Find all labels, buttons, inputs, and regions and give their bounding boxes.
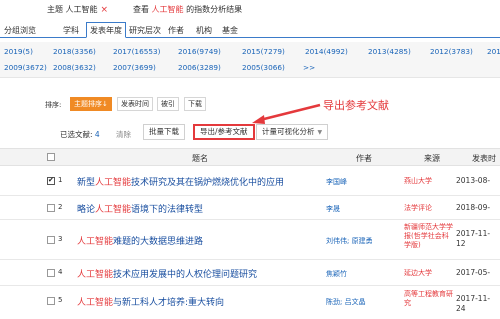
table-row: 1 新型人工智能技术研究及其在锅炉燃烧优化中的应用 李国峰 燕山大学 2013-…: [0, 166, 500, 196]
table-row: 2 略论人工智能语境下的法律转型 李晟 法学评论 2018-09-: [0, 196, 500, 220]
year-link[interactable]: 2006(3289): [178, 63, 221, 72]
header-author[interactable]: 作者: [356, 153, 372, 164]
tab-group-browse[interactable]: 分组浏览: [4, 25, 36, 36]
close-icon[interactable]: ×: [101, 5, 109, 15]
row-author-link[interactable]: 刘伟伟; 原建勇: [326, 236, 373, 246]
tab-research-level[interactable]: 研究层次: [129, 25, 161, 36]
batch-download-button[interactable]: 批量下载: [143, 124, 185, 140]
row-date: 2013-08-: [456, 176, 491, 185]
row-number: 2: [58, 203, 63, 211]
sort-date-button[interactable]: 发表时间: [117, 97, 153, 111]
row-author-link[interactable]: 焦颖竹: [326, 269, 347, 279]
breadcrumb-prefix: 查看: [133, 5, 149, 14]
row-title-link[interactable]: 略论人工智能语境下的法律转型: [77, 202, 203, 215]
row-author-link[interactable]: 陈劲; 吕文晶: [326, 297, 366, 307]
table-row: 4 人工智能技术应用发展中的人权伦理问题研究 焦颖竹 延边大学 2017-05-: [0, 260, 500, 286]
tab-author[interactable]: 作者: [168, 25, 184, 36]
breadcrumb-index-analysis[interactable]: 查看 人工智能 的指数分析结果: [133, 4, 242, 15]
export-references-button[interactable]: 导出/参考文献: [193, 124, 255, 140]
row-number: 4: [58, 268, 63, 276]
row-checkbox[interactable]: [47, 204, 55, 212]
clear-selection-link[interactable]: 清除: [116, 129, 131, 140]
action-bar: 已选文献: 4 清除 批量下载 导出/参考文献 计量可视化分析 ▼: [0, 122, 500, 142]
table-row: 3 人工智能难题的大数据思维进路 刘伟伟; 原建勇 新疆师范大学学报(哲学社会科…: [0, 220, 500, 260]
breadcrumb-topic-label: 主题 人工智能: [47, 5, 98, 14]
row-number: 3: [58, 235, 63, 243]
year-link[interactable]: 2008(3632): [53, 63, 96, 72]
breadcrumb-bar: 主题 人工智能 × 查看 人工智能 的指数分析结果: [0, 0, 500, 18]
year-link[interactable]: 2019(5): [4, 47, 33, 56]
row-title-link[interactable]: 人工智能与新工科人才培养:重大转向: [77, 295, 224, 308]
row-source-link[interactable]: 燕山大学: [404, 177, 432, 186]
sort-cited-button[interactable]: 被引: [157, 97, 179, 111]
breadcrumb-suffix: 的指数分析结果: [186, 5, 243, 14]
year-filter-panel: 2019(5) 2018(3356) 2017(16553) 2016(9749…: [0, 42, 500, 78]
row-source-link[interactable]: 延边大学: [404, 269, 432, 278]
select-all-checkbox[interactable]: [47, 153, 55, 161]
row-date: 2017-11- 12: [456, 229, 491, 248]
results-table-header: 题名 作者 来源 发表时: [0, 148, 500, 166]
more-years-link[interactable]: >>: [303, 63, 315, 72]
table-row: 5 人工智能与新工科人才培养:重大转向 陈劲; 吕文晶 高等工程教育研究 201…: [0, 286, 500, 319]
year-link[interactable]: 2016(9749): [178, 47, 221, 56]
tab-fund[interactable]: 基金: [222, 25, 238, 36]
year-link[interactable]: 2007(3699): [113, 63, 156, 72]
year-link[interactable]: 2018(3356): [53, 47, 96, 56]
year-link[interactable]: 2012(3783): [430, 47, 473, 56]
year-link[interactable]: 2013(4285): [368, 47, 411, 56]
year-link[interactable]: 2009(3672): [4, 63, 47, 72]
row-author-link[interactable]: 李国峰: [326, 177, 347, 187]
row-source-link[interactable]: 高等工程教育研究: [404, 290, 454, 308]
sort-label: 排序:: [45, 101, 62, 109]
annotation-export-note: 导出参考文献: [323, 99, 389, 112]
breadcrumb-topic[interactable]: 主题 人工智能 ×: [47, 4, 108, 15]
breadcrumb-keyword: 人工智能: [151, 5, 184, 14]
header-date[interactable]: 发表时: [472, 153, 496, 164]
row-title-link[interactable]: 人工智能难题的大数据思维进路: [77, 234, 203, 247]
row-date: 2017-05-: [456, 268, 491, 277]
year-link[interactable]: 2005(3066): [242, 63, 285, 72]
year-link[interactable]: 2014(4992): [305, 47, 348, 56]
group-tabs: 分组浏览 学科 发表年度 研究层次 作者 机构 基金: [0, 22, 500, 38]
row-number: 5: [58, 296, 63, 304]
tab-institution[interactable]: 机构: [196, 25, 212, 36]
sort-topic-button[interactable]: 主题排序↓: [70, 97, 112, 111]
row-date: 2017-11- 24: [456, 294, 491, 313]
row-date: 2018-09-: [456, 203, 491, 212]
row-title-link[interactable]: 新型人工智能技术研究及其在锅炉燃烧优化中的应用: [77, 175, 284, 188]
row-author-link[interactable]: 李晟: [326, 204, 340, 214]
row-checkbox[interactable]: [47, 236, 55, 244]
header-title[interactable]: 题名: [192, 153, 208, 164]
row-checkbox[interactable]: [47, 176, 55, 185]
selected-count-label: 已选文献: 4: [60, 130, 100, 139]
sort-download-button[interactable]: 下载: [184, 97, 206, 111]
chevron-down-icon: ▼: [317, 129, 323, 136]
row-source-link[interactable]: 新疆师范大学学报(哲学社会科学版): [404, 223, 454, 250]
header-source[interactable]: 来源: [424, 153, 440, 164]
tab-subject[interactable]: 学科: [63, 25, 79, 36]
row-checkbox[interactable]: [47, 297, 55, 305]
row-number: 1: [58, 176, 63, 184]
row-checkbox[interactable]: [47, 269, 55, 277]
visualize-analysis-dropdown[interactable]: 计量可视化分析 ▼: [256, 124, 329, 140]
year-link[interactable]: 2017(16553): [113, 47, 160, 56]
row-source-link[interactable]: 法学评论: [404, 204, 432, 213]
year-link[interactable]: 2011: [487, 47, 500, 56]
tab-publish-year[interactable]: 发表年度: [86, 22, 126, 38]
selected-count: 4: [94, 130, 100, 139]
row-title-link[interactable]: 人工智能技术应用发展中的人权伦理问题研究: [77, 267, 257, 280]
year-link[interactable]: 2015(7279): [242, 47, 285, 56]
